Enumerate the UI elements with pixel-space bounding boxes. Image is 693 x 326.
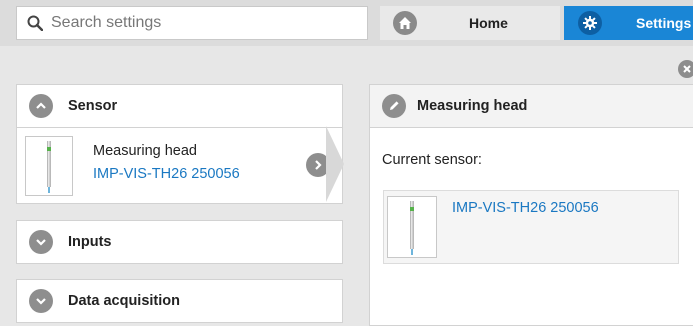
search-icon (27, 15, 43, 31)
settings-label: Settings (636, 15, 692, 31)
detail-panel-header: Measuring head (370, 85, 693, 128)
section-title: Sensor (68, 98, 118, 114)
home-nav-button[interactable]: Home (380, 6, 560, 40)
probe-icon (410, 201, 414, 255)
detail-panel: Measuring head Current sensor: IMP-VIS-T… (369, 84, 693, 326)
close-icon[interactable] (678, 60, 693, 78)
section-title: Inputs (68, 234, 112, 250)
current-sensor-link[interactable]: IMP-VIS-TH26 250056 (452, 200, 599, 216)
search-box[interactable] (16, 6, 368, 40)
sensor-thumbnail (387, 196, 437, 258)
sensor-item-title: Measuring head (93, 143, 197, 159)
section-data-acquisition-header[interactable]: Data acquisition (16, 279, 343, 323)
chevron-up-icon (29, 94, 53, 118)
sensor-list-item[interactable]: Measuring head IMP-VIS-TH26 250056 (16, 128, 343, 204)
home-icon (393, 11, 417, 35)
sensor-item-id[interactable]: IMP-VIS-TH26 250056 (93, 164, 240, 184)
current-sensor-label: Current sensor: (382, 152, 482, 168)
top-bar: Home Settings (0, 0, 693, 46)
selection-pointer (326, 126, 344, 202)
current-sensor-card[interactable]: IMP-VIS-TH26 250056 (383, 190, 679, 264)
chevron-down-icon (29, 289, 53, 313)
detail-panel-title: Measuring head (417, 98, 528, 114)
section-inputs-header[interactable]: Inputs (16, 220, 343, 264)
section-sensor-header[interactable]: Sensor (16, 84, 343, 128)
chevron-down-icon (29, 230, 53, 254)
pencil-icon (382, 94, 406, 118)
settings-tree: Sensor Measuring head IMP-VIS-TH26 25005… (16, 84, 343, 323)
search-input[interactable] (51, 14, 351, 32)
gear-icon (578, 11, 602, 35)
sensor-thumbnail (25, 136, 73, 196)
settings-nav-button[interactable]: Settings (564, 6, 693, 40)
home-label: Home (469, 15, 508, 31)
probe-icon (47, 141, 51, 193)
section-title: Data acquisition (68, 293, 180, 309)
